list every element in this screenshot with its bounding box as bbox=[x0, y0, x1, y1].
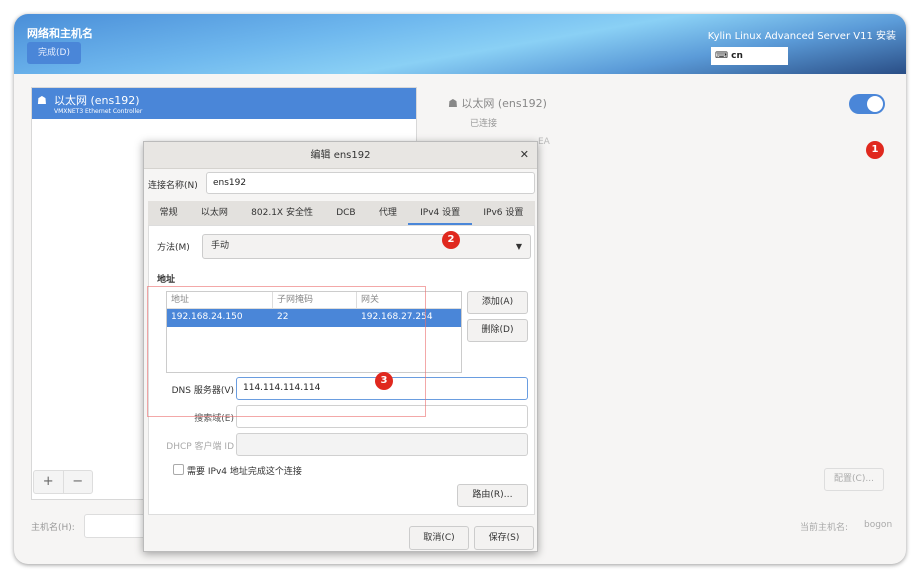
done-button[interactable]: 完成(D) bbox=[27, 42, 81, 64]
save-button[interactable]: 保存(S) bbox=[474, 526, 534, 550]
tab-ethernet[interactable]: 以太网 bbox=[189, 201, 239, 225]
annotation-highlight-box bbox=[147, 286, 426, 417]
list-item[interactable]: ☗ 以太网 (ens192) VMXNET3 Ethernet Controll… bbox=[32, 88, 416, 119]
tab-ipv6[interactable]: IPv6 设置 bbox=[472, 201, 535, 225]
tab-dcb[interactable]: DCB bbox=[325, 201, 368, 225]
network-icon: ☗ bbox=[448, 97, 462, 110]
address-section-label: 地址 bbox=[157, 275, 176, 285]
require-ipv4-checkbox[interactable] bbox=[173, 464, 184, 475]
tab-bar: 常规 以太网 802.1X 安全性 DCB 代理 IPv4 设置 IPv6 设置 bbox=[148, 201, 535, 225]
chevron-down-icon: ▼ bbox=[515, 242, 522, 251]
annotation-badge-3: 3 bbox=[375, 372, 393, 390]
method-label: 方法(M) bbox=[157, 243, 190, 253]
connection-status: 已连接 bbox=[470, 119, 498, 129]
dhcp-client-id-input[interactable] bbox=[236, 433, 528, 456]
tab-proxy[interactable]: 代理 bbox=[367, 201, 408, 225]
list-buttons: + − bbox=[33, 470, 93, 494]
method-dropdown[interactable]: 手动 ▼ bbox=[202, 234, 531, 259]
current-hostname-label: 当前主机名: bbox=[800, 523, 849, 533]
product-title: Kylin Linux Advanced Server V11 安装 bbox=[707, 31, 896, 42]
close-icon[interactable]: ✕ bbox=[520, 148, 529, 161]
keyboard-icon: ⌨ bbox=[715, 51, 732, 61]
header: 网络和主机名 完成(D) Kylin Linux Advanced Server… bbox=[14, 14, 906, 74]
network-icon: ☗ bbox=[37, 94, 47, 107]
dialog-title: 编辑 ens192 bbox=[144, 142, 537, 169]
remove-device-button[interactable]: − bbox=[64, 471, 93, 493]
current-hostname-value: bogon bbox=[864, 520, 893, 530]
method-value: 手动 bbox=[211, 241, 230, 251]
cancel-button[interactable]: 取消(C) bbox=[409, 526, 469, 550]
page-title: 网络和主机名 bbox=[27, 27, 93, 40]
device-desc: VMXNET3 Ethernet Controller bbox=[54, 108, 143, 115]
detail-name-text: 以太网 (ens192) bbox=[461, 97, 547, 110]
detail-device-name: ☗ 以太网 (ens192) bbox=[448, 95, 547, 111]
add-address-button[interactable]: 添加(A) bbox=[467, 291, 528, 314]
routes-button[interactable]: 路由(R)… bbox=[457, 484, 528, 507]
hostname-label: 主机名(H): bbox=[31, 523, 75, 533]
add-device-button[interactable]: + bbox=[34, 471, 64, 493]
delete-address-button[interactable]: 删除(D) bbox=[467, 319, 528, 342]
require-ipv4-label: 需要 IPv4 地址完成这个连接 bbox=[187, 467, 302, 477]
annotation-badge-1: 1 bbox=[866, 141, 884, 159]
device-name: 以太网 (ens192) bbox=[54, 94, 140, 107]
conn-name-label: 连接名称(N) bbox=[148, 181, 198, 191]
device-toggle[interactable] bbox=[849, 94, 885, 114]
annotation-badge-2: 2 bbox=[442, 231, 460, 249]
keyboard-layout-label: cn bbox=[731, 51, 743, 61]
hardware-address-partial: EA bbox=[538, 137, 550, 147]
tab-general[interactable]: 常规 bbox=[148, 201, 189, 225]
tab-8021x[interactable]: 802.1X 安全性 bbox=[240, 201, 325, 225]
dhcp-client-id-label: DHCP 客户端 ID bbox=[166, 442, 234, 452]
tab-ipv4[interactable]: IPv4 设置 bbox=[408, 201, 472, 225]
conn-name-input[interactable]: ens192 bbox=[206, 172, 535, 194]
configure-button[interactable]: 配置(C)... bbox=[824, 468, 884, 491]
keyboard-layout-indicator[interactable]: ⌨ cn bbox=[711, 47, 788, 65]
